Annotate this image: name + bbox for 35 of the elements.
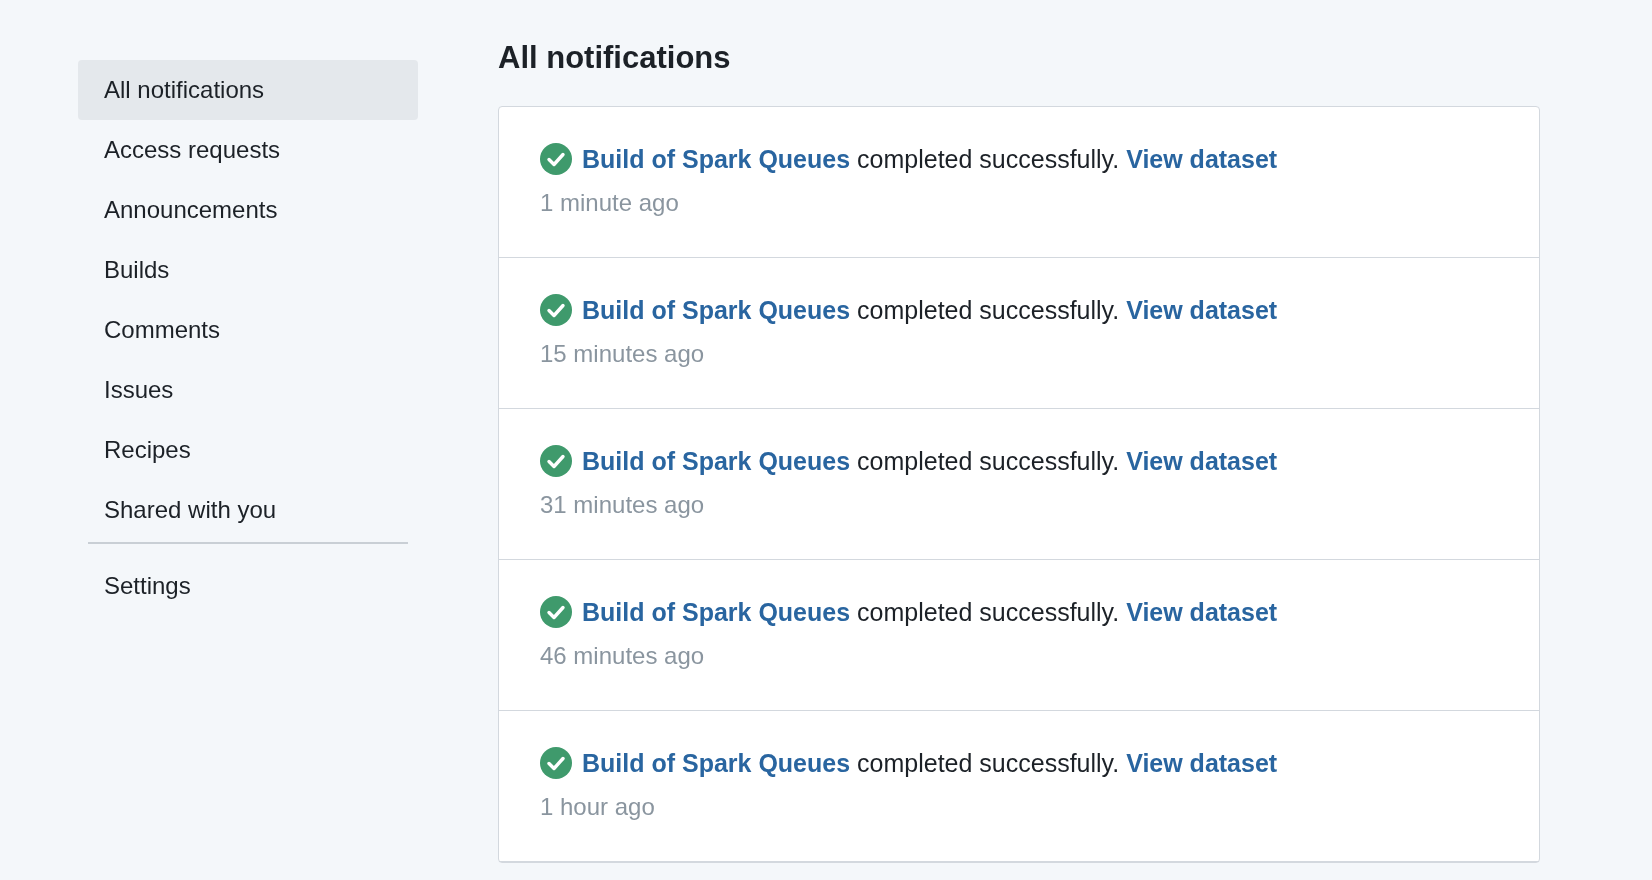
dataset-link[interactable]: Build of Spark Queues <box>582 748 851 777</box>
check-circle-icon <box>540 596 572 628</box>
view-dataset-link[interactable]: View dataset <box>1126 597 1278 626</box>
check-circle-icon <box>540 143 572 175</box>
notification-message: Build of Spark Queues completed successfully. View dataset <box>582 144 1278 174</box>
view-dataset-link[interactable]: View dataset <box>1126 144 1278 173</box>
notification-message: Build of Spark Queues completed successfully. View dataset <box>582 597 1278 627</box>
timestamp: 1 minute ago <box>540 189 680 217</box>
check-circle-icon <box>540 747 572 779</box>
timestamp: 46 minutes ago <box>540 642 706 670</box>
sidebar-item[interactable]: Builds <box>78 240 418 300</box>
sidebar-item[interactable]: Recipes <box>78 420 418 480</box>
sidebar-item[interactable]: Shared with you <box>78 480 418 540</box>
sidebar-item[interactable]: Comments <box>78 300 418 360</box>
sidebar-item[interactable]: Issues <box>78 360 418 420</box>
dataset-link[interactable]: Build of Spark Queues <box>582 295 851 324</box>
notification-message: Build of Spark Queues completed successfully. View dataset <box>582 295 1278 325</box>
view-dataset-link[interactable]: View dataset <box>1126 446 1278 475</box>
view-dataset-link[interactable]: View dataset <box>1126 748 1278 777</box>
timestamp: 15 minutes ago <box>540 340 706 368</box>
dataset-link[interactable]: Build of Spark Queues <box>582 597 851 626</box>
view-dataset-link[interactable]: View dataset <box>1126 295 1278 324</box>
dataset-link[interactable]: Build of Spark Queues <box>582 144 851 173</box>
settings-item[interactable]: Settings <box>78 556 418 616</box>
page-title: All notifications <box>498 40 732 76</box>
notification-message: Build of Spark Queues completed successfully. View dataset <box>582 446 1278 476</box>
notification-message: Build of Spark Queues completed successfully. View dataset <box>582 748 1278 778</box>
check-circle-icon <box>540 294 572 326</box>
timestamp: 1 hour ago <box>540 793 656 821</box>
check-circle-icon <box>540 445 572 477</box>
sidebar-item[interactable]: Announcements <box>78 180 418 240</box>
dataset-link[interactable]: Build of Spark Queues <box>582 446 851 475</box>
sidebar-item[interactable]: All notifications <box>78 60 418 120</box>
sidebar-item[interactable]: Access requests <box>78 120 418 180</box>
timestamp: 31 minutes ago <box>540 491 706 519</box>
